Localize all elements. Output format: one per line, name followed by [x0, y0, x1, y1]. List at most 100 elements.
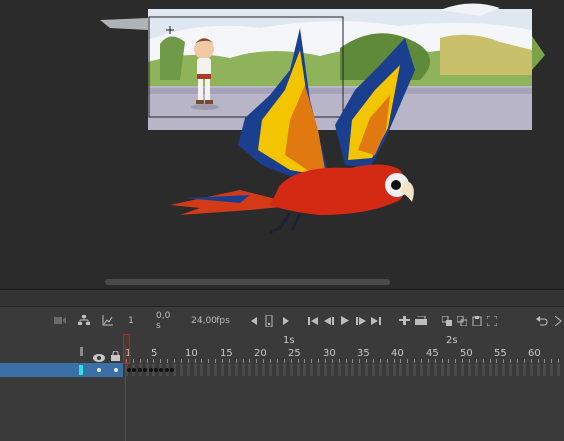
frame-cell[interactable]: [365, 364, 369, 376]
frame-cell[interactable]: [385, 364, 389, 376]
frame-cell[interactable]: [323, 364, 327, 376]
frame-cell[interactable]: [255, 364, 259, 376]
play-icon[interactable]: [339, 307, 351, 334]
keyframe[interactable]: [148, 368, 153, 372]
edit-multiple-frames-icon[interactable]: [441, 307, 453, 334]
center-playhead-right-icon[interactable]: [280, 307, 292, 334]
frame-cell[interactable]: [419, 364, 423, 376]
fps-value[interactable]: 24,00: [191, 307, 217, 334]
layer-header-selected[interactable]: [0, 363, 123, 377]
frame-cell[interactable]: [179, 364, 183, 376]
frame-cell[interactable]: [310, 364, 314, 376]
frame-cell[interactable]: [186, 364, 190, 376]
frame-cell[interactable]: [269, 364, 273, 376]
camera-icon[interactable]: [52, 307, 68, 334]
frame-cell[interactable]: [289, 364, 293, 376]
frame-cell[interactable]: [296, 364, 300, 376]
frame-cell[interactable]: [529, 364, 533, 376]
frame-cell[interactable]: [495, 364, 499, 376]
frame-cell[interactable]: [468, 364, 471, 376]
stage-horizontal-scrollbar[interactable]: [0, 275, 564, 289]
layer-frames[interactable]: [124, 363, 564, 377]
frame-cell[interactable]: [522, 364, 526, 376]
frame-cell[interactable]: [358, 364, 362, 376]
frame-cell[interactable]: [221, 364, 225, 376]
center-playhead-left-icon[interactable]: [248, 307, 260, 334]
frame-cell[interactable]: [502, 364, 506, 376]
timeline-ruler[interactable]: 1s 2s 1 5 10 15 20 25 30 35 40 45 50 55 …: [0, 334, 564, 363]
frame-cell[interactable]: [440, 364, 444, 376]
frame-cell[interactable]: [474, 364, 478, 376]
step-forward-one-frame-icon[interactable]: [355, 307, 367, 334]
timeline-panel-header: [0, 290, 564, 307]
frame-cell[interactable]: [426, 364, 430, 376]
frame-cell[interactable]: [433, 364, 437, 376]
frame-cell[interactable]: [282, 364, 286, 376]
graph-icon[interactable]: [99, 307, 115, 334]
layer-color-swatch[interactable]: [79, 365, 83, 375]
keyframe[interactable]: [132, 368, 137, 372]
frame-cell[interactable]: [516, 364, 520, 376]
frame-cell[interactable]: [303, 364, 307, 376]
frame-cell[interactable]: [406, 364, 410, 376]
time-display[interactable]: 0,0 s: [156, 307, 176, 334]
frame-cell[interactable]: [330, 364, 334, 376]
frame-cell[interactable]: [454, 364, 458, 376]
ruler-frame-label: 25: [288, 348, 301, 359]
frame-cell[interactable]: [536, 364, 540, 376]
frame-cell[interactable]: [241, 364, 245, 376]
playhead-line: [125, 345, 126, 441]
frame-cell[interactable]: [351, 364, 355, 376]
frame-cell[interactable]: [234, 364, 238, 376]
frame-cell[interactable]: [461, 364, 465, 376]
fit-frames-icon[interactable]: [486, 307, 498, 334]
layer-visibility-dot[interactable]: [97, 368, 101, 372]
frame-cell[interactable]: [344, 364, 348, 376]
frame-cell[interactable]: [214, 364, 218, 376]
duplicate-frame-icon[interactable]: [456, 307, 468, 334]
ruler-second-label: 2s: [446, 335, 458, 346]
keyframe[interactable]: [159, 368, 164, 372]
frame-cell[interactable]: [200, 364, 204, 376]
frame-cell[interactable]: [488, 364, 492, 376]
frame-cell[interactable]: [193, 364, 197, 376]
frame-cell[interactable]: [399, 364, 403, 376]
paste-frame-icon[interactable]: [471, 307, 483, 334]
onion-skin-icon[interactable]: [414, 307, 428, 334]
frame-cell[interactable]: [227, 364, 231, 376]
undo-icon[interactable]: [535, 307, 549, 334]
frame-cell[interactable]: [262, 364, 266, 376]
keyframe[interactable]: [164, 368, 169, 372]
frame-cell[interactable]: [550, 364, 554, 376]
loop-icon[interactable]: [398, 307, 410, 334]
frame-cell[interactable]: [337, 364, 341, 376]
frame-cell[interactable]: [378, 364, 382, 376]
stage-area[interactable]: [0, 0, 564, 275]
keyframe[interactable]: [137, 368, 142, 372]
keyframe[interactable]: [127, 368, 131, 372]
frame-cell[interactable]: [509, 364, 513, 376]
keyframe[interactable]: [154, 368, 158, 372]
frame-cell[interactable]: [275, 364, 279, 376]
frame-cell[interactable]: [392, 364, 396, 376]
go-to-first-frame-icon[interactable]: [307, 307, 319, 334]
layer-row[interactable]: [0, 363, 564, 377]
current-frame[interactable]: 1: [126, 307, 136, 334]
frame-cell[interactable]: [413, 364, 417, 376]
scrollbar-thumb[interactable]: [105, 279, 390, 285]
frame-cell[interactable]: [557, 364, 561, 376]
layer-parenting-icon[interactable]: [76, 307, 92, 334]
go-to-last-frame-icon[interactable]: [370, 307, 382, 334]
frame-cell[interactable]: [371, 364, 375, 376]
scroll-right-icon[interactable]: [553, 307, 564, 334]
frame-cell[interactable]: [481, 364, 485, 376]
layer-lock-dot[interactable]: [114, 368, 118, 372]
frame-cell[interactable]: [543, 364, 547, 376]
frame-cell[interactable]: [447, 364, 451, 376]
frame-cell[interactable]: [248, 364, 252, 376]
frame-cell[interactable]: [207, 364, 211, 376]
step-back-one-frame-icon[interactable]: [323, 307, 335, 334]
ruler-frame-label: 15: [220, 348, 233, 359]
center-frame-icon[interactable]: [263, 307, 275, 334]
frame-cell[interactable]: [317, 364, 321, 376]
